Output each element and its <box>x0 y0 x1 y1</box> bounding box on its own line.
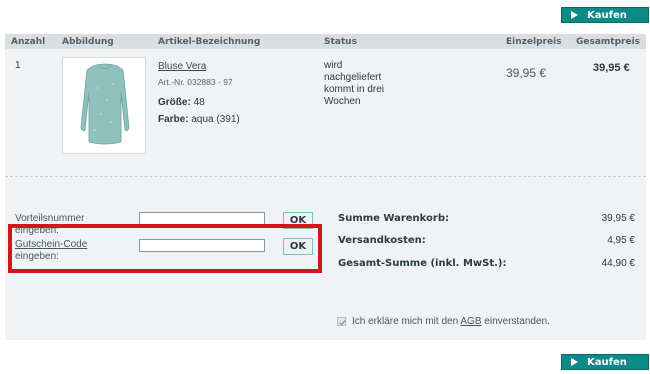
table-header: Anzahl Abbildung Artikel-Bezeichnung Sta… <box>5 34 646 49</box>
status-line: Wochen <box>324 96 361 107</box>
color-label: Farbe: <box>158 114 189 125</box>
item-status: wird nachgeliefert kommt in drei Wochen <box>324 60 384 108</box>
item-quantity: 1 <box>15 60 21 71</box>
grand-total-label: Gesamt-Summe (inkl. MwSt.): <box>338 258 507 269</box>
cart-panel: Anzahl Abbildung Artikel-Bezeichnung Sta… <box>5 34 646 340</box>
play-arrow-icon <box>571 11 578 19</box>
size-label: Größe: <box>158 97 191 108</box>
product-name-link[interactable]: Bluse Vera <box>158 61 206 72</box>
unit-price: 39,95 € <box>506 66 547 80</box>
header-unit-price: Einzelpreis <box>506 37 562 47</box>
buy-button-label: Kaufen <box>587 356 627 368</box>
product-image[interactable] <box>62 57 146 154</box>
header-status: Status <box>324 37 357 47</box>
shipping-value: 4,95 € <box>607 235 635 246</box>
status-line: wird <box>324 60 343 71</box>
grand-total-value: 44,90 € <box>601 258 635 269</box>
total-price: 39,95 € <box>593 62 630 74</box>
divider <box>5 176 646 177</box>
size-value: 48 <box>193 97 205 108</box>
blouse-illustration <box>80 63 130 145</box>
header-image: Abbildung <box>62 37 114 47</box>
header-count: Anzahl <box>11 37 46 47</box>
play-arrow-icon <box>571 358 578 366</box>
size-row: Größe: 48 <box>158 97 205 108</box>
color-value: aqua (391) <box>191 114 240 125</box>
shipping-label: Versandkosten: <box>338 235 426 246</box>
agb-checkbox[interactable] <box>337 317 347 326</box>
buy-button-bottom[interactable]: Kaufen <box>561 354 649 370</box>
cart-sum-value: 39,95 € <box>601 213 635 224</box>
status-line: nachgeliefert <box>324 72 382 83</box>
voucher-highlight-box <box>8 224 322 273</box>
cart-sum-label: Summe Warenkorb: <box>338 213 450 224</box>
agb-text-after: einverstanden. <box>484 316 550 327</box>
header-total-price: Gesamtpreis <box>576 37 641 47</box>
buy-button-label: Kaufen <box>587 9 627 21</box>
checkmark-icon <box>339 319 347 326</box>
color-row: Farbe: aqua (391) <box>158 114 240 125</box>
status-line: kommt in drei <box>324 84 385 95</box>
agb-link[interactable]: AGB <box>460 316 481 327</box>
article-number: Art.-Nr. 032883 - 97 <box>158 77 233 87</box>
agb-text-before: Ich erkläre mich mit den <box>352 316 459 327</box>
header-name: Artikel-Bezeichnung <box>158 37 261 47</box>
agb-text: Ich erkläre mich mit den AGB einverstand… <box>352 316 550 327</box>
buy-button-top[interactable]: Kaufen <box>561 7 649 23</box>
